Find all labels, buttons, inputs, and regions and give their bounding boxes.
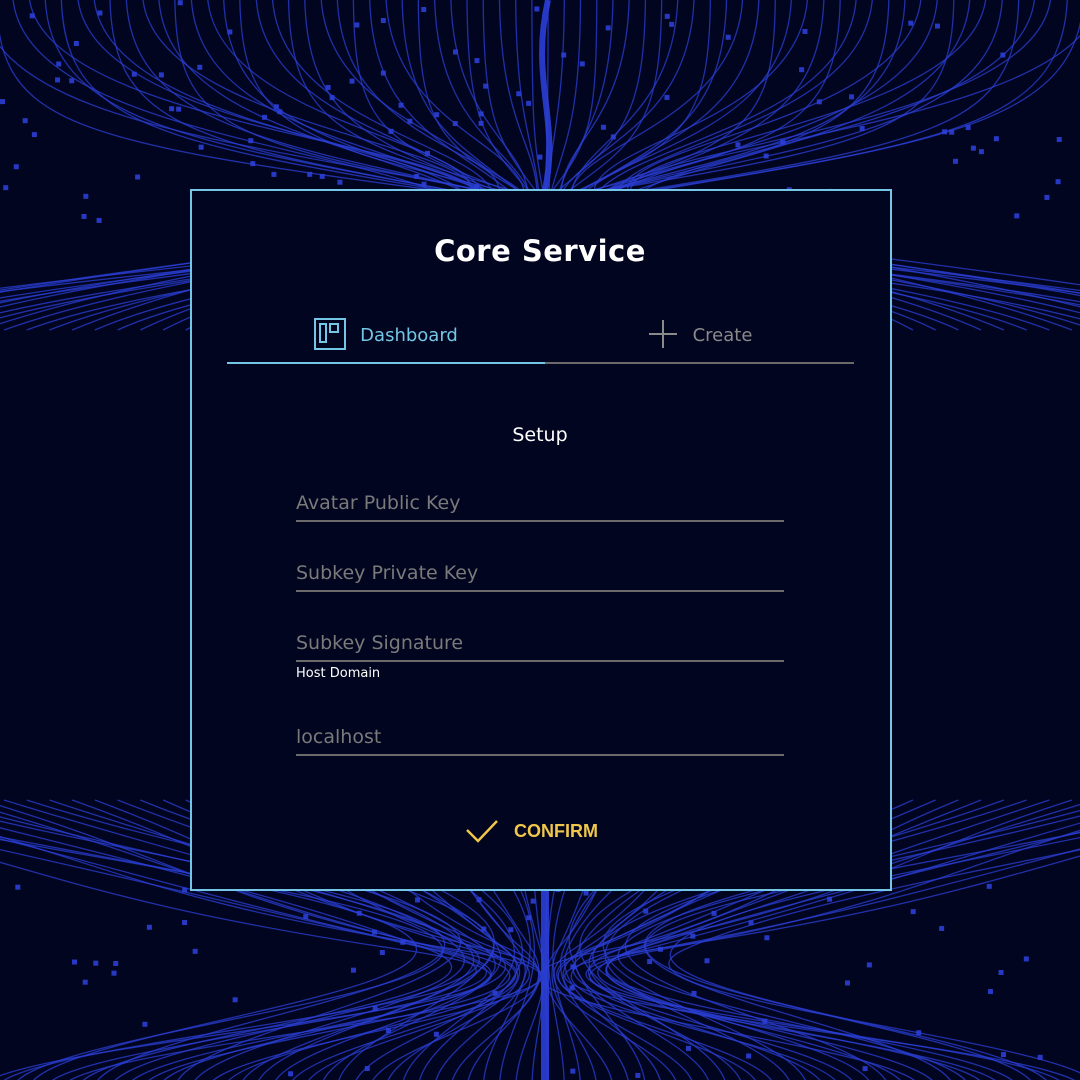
confirm-label: CONFIRM [514,820,598,841]
tab-create-label: Create [692,325,753,346]
tab-divider [545,362,854,364]
section-title: Setup [512,424,568,446]
dashboard-icon [314,317,347,354]
subkey-signature-field[interactable] [296,626,784,662]
active-tab-indicator [227,362,545,364]
confirm-button[interactable]: CONFIRM [464,812,616,850]
tab-dashboard-label: Dashboard [360,325,458,346]
checkmark-icon [464,816,500,847]
page-title: Core Service [434,234,646,268]
tab-bar: Dashboard Create [227,308,854,364]
host-domain-label: Host Domain [296,666,381,681]
avatar-public-key-field[interactable] [296,486,784,522]
host-domain-field[interactable] [296,720,784,756]
setup-dialog [190,189,892,891]
tab-create[interactable]: Create [545,308,854,363]
plus-icon [647,318,679,354]
tab-dashboard[interactable]: Dashboard [227,308,545,363]
subkey-private-key-field[interactable] [296,556,784,592]
